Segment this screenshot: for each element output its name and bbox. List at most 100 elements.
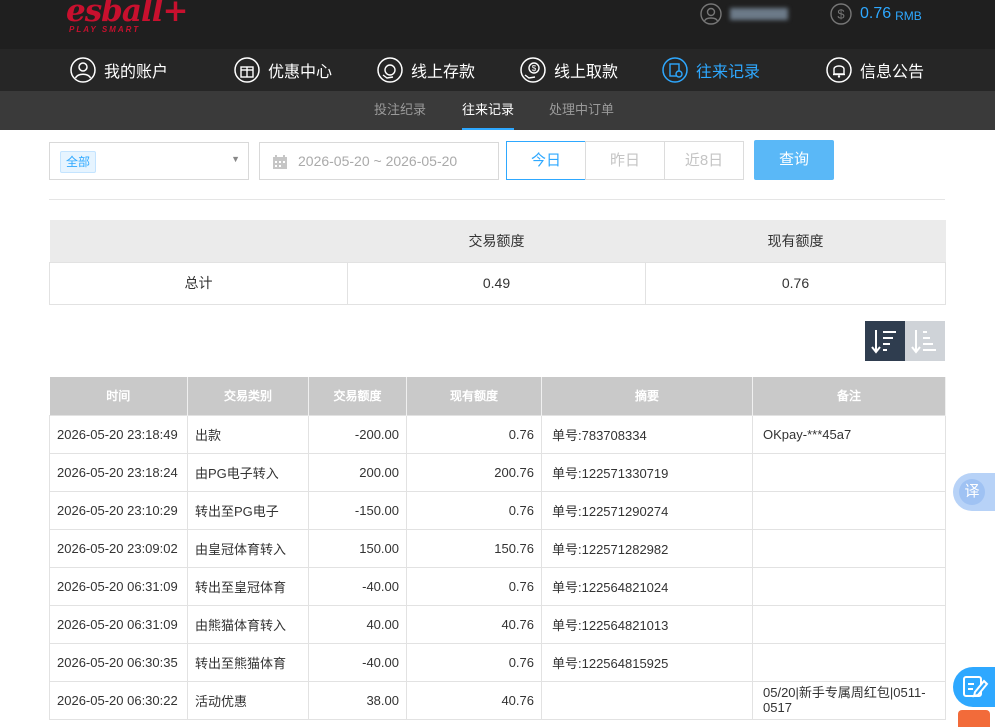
nav-label: 信息公告 xyxy=(860,64,925,81)
user-icon xyxy=(70,57,96,83)
cell-amount: -40.00 xyxy=(308,642,407,682)
main-nav: 我的账户 优惠中心 线上存款 $ 线上取款 往来记录 信息公告 xyxy=(0,49,995,91)
cell-time: 2026-05-20 23:18:24 xyxy=(49,452,188,492)
cell-balance: 40.76 xyxy=(406,604,542,644)
table-row: 2026-05-20 06:30:22 活动优惠 38.00 40.76 05/… xyxy=(49,680,946,720)
cell-note xyxy=(752,566,946,606)
cell-time: 2026-05-20 23:18:49 xyxy=(49,414,188,454)
gift-icon xyxy=(234,57,260,83)
cell-amount: 40.00 xyxy=(308,604,407,644)
cell-note xyxy=(752,452,946,492)
cell-amount: -150.00 xyxy=(308,490,407,530)
sort-ascending-button[interactable] xyxy=(905,321,945,361)
cell-note xyxy=(752,490,946,530)
summary-total-row: 总计 0.49 0.76 xyxy=(49,261,946,305)
cell-note: OKpay-***45a7 xyxy=(752,414,946,454)
balance-display: $ 0.76 RMB xyxy=(830,2,922,26)
subtab-pending-orders[interactable]: 处理中订单 xyxy=(549,91,614,130)
top-bar: esball+ PLAY SMART $ 0.76 RMB xyxy=(0,0,995,49)
translate-float-button[interactable]: 译 xyxy=(953,473,995,511)
records-table: 时间 交易类别 交易额度 现有额度 摘要 备注 2026-05-20 23:18… xyxy=(49,377,946,720)
cell-note xyxy=(752,528,946,568)
table-row: 2026-05-20 23:18:49 出款 -200.00 0.76 单号:7… xyxy=(49,414,946,454)
edit-icon xyxy=(963,676,989,698)
cell-time: 2026-05-20 06:30:22 xyxy=(49,680,188,720)
sub-nav: 投注纪录 往来记录 处理中订单 xyxy=(0,91,995,130)
cell-summary: 单号:122571330719 xyxy=(541,452,753,492)
cell-summary xyxy=(541,680,753,720)
cell-note xyxy=(752,642,946,682)
withdraw-icon: $ xyxy=(520,57,546,83)
logo-text: esball+ xyxy=(66,0,188,29)
cell-summary: 单号:122571290274 xyxy=(541,490,753,530)
nav-my-account[interactable]: 我的账户 xyxy=(70,49,168,91)
cell-amount: 200.00 xyxy=(308,452,407,492)
sort-descending-icon xyxy=(871,330,896,354)
cell-type: 转出至皇冠体育 xyxy=(187,566,309,606)
cell-amount: 38.00 xyxy=(308,680,407,720)
selected-type-tag: 全部 xyxy=(60,151,97,173)
balance-amount: 0.76 xyxy=(860,5,892,22)
header-time: 时间 xyxy=(49,377,188,415)
cell-balance: 0.76 xyxy=(406,566,542,606)
cell-type: 由PG电子转入 xyxy=(187,452,309,492)
header-amount: 交易额度 xyxy=(308,377,407,415)
nav-announcements[interactable]: 信息公告 xyxy=(826,49,924,91)
table-row: 2026-05-20 06:31:09 转出至皇冠体育 -40.00 0.76 … xyxy=(49,566,946,606)
header-type: 交易类别 xyxy=(187,377,309,415)
summary-transaction-total: 0.49 xyxy=(347,261,646,305)
records-icon xyxy=(662,57,688,83)
date-range-picker[interactable]: 2026-05-20 ~ 2026-05-20 xyxy=(259,142,499,180)
records-header-row: 时间 交易类别 交易额度 现有额度 摘要 备注 xyxy=(49,377,946,415)
calendar-icon xyxy=(273,155,287,169)
query-button[interactable]: 查询 xyxy=(754,140,834,180)
cell-amount: -200.00 xyxy=(308,414,407,454)
bell-icon xyxy=(826,57,852,83)
range-today-button[interactable]: 今日 xyxy=(506,141,586,180)
subtab-bet-records[interactable]: 投注纪录 xyxy=(374,91,426,130)
range-last8days-button[interactable]: 近8日 xyxy=(664,141,744,180)
user-info[interactable] xyxy=(700,2,788,26)
range-yesterday-button[interactable]: 昨日 xyxy=(585,141,665,180)
nav-label: 我的账户 xyxy=(104,64,169,81)
cell-summary: 单号:122564821024 xyxy=(541,566,753,606)
summary-header-empty xyxy=(49,220,348,262)
cell-time: 2026-05-20 23:09:02 xyxy=(49,528,188,568)
edit-float-button[interactable] xyxy=(953,667,995,707)
cell-balance: 0.76 xyxy=(406,490,542,530)
table-row: 2026-05-20 06:30:35 转出至熊猫体育 -40.00 0.76 … xyxy=(49,642,946,682)
cell-time: 2026-05-20 06:31:09 xyxy=(49,566,188,606)
nav-transaction-records[interactable]: 往来记录 xyxy=(662,49,760,91)
table-row: 2026-05-20 23:09:02 由皇冠体育转入 150.00 150.7… xyxy=(49,528,946,568)
nav-online-deposit[interactable]: 线上存款 xyxy=(377,49,475,91)
user-avatar-icon xyxy=(700,3,722,25)
subtab-transaction-records[interactable]: 往来记录 xyxy=(462,91,515,130)
cell-balance: 150.76 xyxy=(406,528,542,568)
summary-header-row: 交易额度 现有额度 xyxy=(49,220,946,262)
cell-time: 2026-05-20 06:31:09 xyxy=(49,604,188,644)
cell-balance: 0.76 xyxy=(406,414,542,454)
translate-icon: 译 xyxy=(959,479,985,505)
header-note: 备注 xyxy=(752,377,946,415)
cell-balance: 0.76 xyxy=(406,642,542,682)
cell-summary: 单号:122564821013 xyxy=(541,604,753,644)
summary-header-transaction: 交易额度 xyxy=(347,220,646,262)
summary-total-label: 总计 xyxy=(49,261,348,305)
table-row: 2026-05-20 23:10:29 转出至PG电子 -150.00 0.76… xyxy=(49,490,946,530)
cell-amount: 150.00 xyxy=(308,528,407,568)
nav-label: 往来记录 xyxy=(696,64,761,81)
nav-promotions[interactable]: 优惠中心 xyxy=(234,49,332,91)
header-summary: 摘要 xyxy=(541,377,753,415)
sort-descending-button[interactable] xyxy=(865,321,905,361)
nav-online-withdraw[interactable]: $ 线上取款 xyxy=(520,49,618,91)
cell-time: 2026-05-20 06:30:35 xyxy=(49,642,188,682)
transaction-type-select[interactable]: 全部 ▼ xyxy=(49,142,249,180)
table-row: 2026-05-20 06:31:09 由熊猫体育转入 40.00 40.76 … xyxy=(49,604,946,644)
summary-table: 交易额度 现有额度 总计 0.49 0.76 xyxy=(49,220,946,305)
cell-note xyxy=(752,604,946,644)
cell-type: 转出至熊猫体育 xyxy=(187,642,309,682)
esball-logo[interactable]: esball+ PLAY SMART xyxy=(66,0,188,40)
cell-type: 出款 xyxy=(187,414,309,454)
red-envelope-icon[interactable] xyxy=(958,710,990,727)
caret-down-icon: ▼ xyxy=(231,154,240,164)
